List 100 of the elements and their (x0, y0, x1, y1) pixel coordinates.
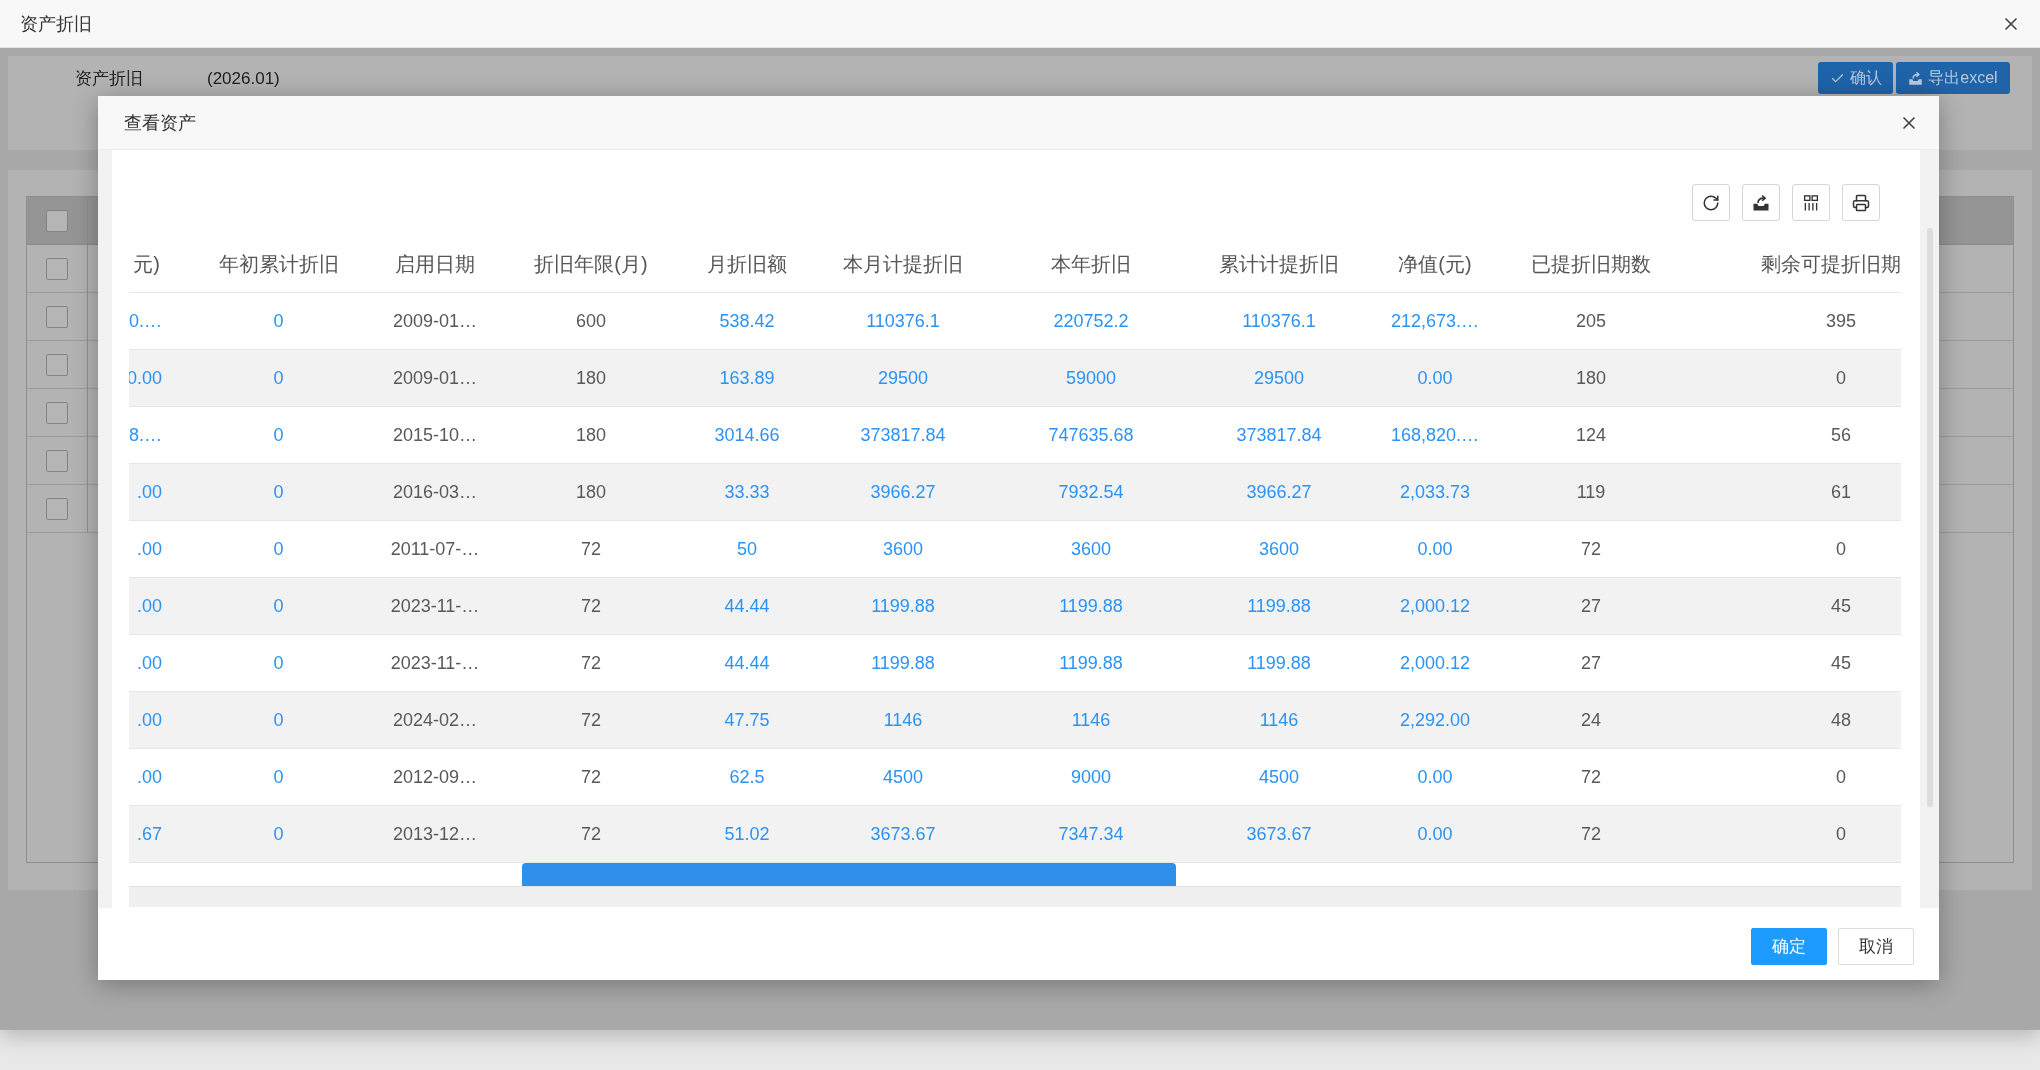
table-cell-text: 3966.27 (869, 480, 937, 504)
table-cell-text: 180 (574, 480, 607, 504)
table-cell-text: 0 (272, 708, 285, 732)
print-button[interactable] (1842, 184, 1880, 221)
table-cell-text: 0.… (129, 309, 163, 333)
export-button[interactable]: 导出excel (1896, 62, 2010, 94)
row-checkbox[interactable] (46, 257, 68, 280)
table-cell-text: 2015-10… (391, 423, 479, 447)
table-cell-text: 168,820.… (1389, 423, 1481, 447)
table-cell-text: 180 (574, 366, 607, 390)
table-cell-text: 2,033.73 (1398, 480, 1472, 504)
table-cell-text: 1199.88 (1058, 594, 1124, 618)
table-cell-text: 1199.88 (1246, 594, 1312, 618)
column-header: 净值(元) (1397, 252, 1473, 277)
table-cell-text: 4500 (1257, 765, 1300, 789)
column-header: 累计计提折旧 (1218, 252, 1340, 277)
table-cell-text: 220752.2 (1052, 309, 1130, 333)
table-cell-text: 0.00 (1416, 765, 1454, 789)
table-cell-text: 2,292.00 (1398, 708, 1472, 732)
table-cell-text: 0 (1835, 765, 1847, 789)
table-cell-text: 124 (1574, 423, 1607, 447)
table-cell-text: 1199.88 (870, 594, 936, 618)
table-cell-text: 50 (736, 537, 758, 561)
table-cell-text: 8.… (129, 423, 163, 447)
table-cell-text: 180 (574, 423, 607, 447)
row-checkbox[interactable] (46, 401, 68, 424)
table-cell-text: 47.75 (723, 708, 771, 732)
table-cell-text: 0 (272, 765, 285, 789)
columns-button[interactable] (1792, 184, 1830, 221)
window-title: 资产折旧 (20, 12, 92, 36)
column-header: 启用日期 (394, 252, 476, 277)
table-cell-text: 1199.88 (1058, 651, 1124, 675)
table-cell-text: 62.5 (728, 765, 766, 789)
table-cell-text: 0 (1835, 822, 1847, 846)
confirm-button[interactable]: 确定 (1751, 928, 1827, 965)
table-cell-text: 72 (1580, 822, 1602, 846)
table-cell-text: 747635.68 (1047, 423, 1135, 447)
export-button[interactable] (1742, 184, 1780, 221)
column-header: 已提折旧期数 (1530, 252, 1652, 277)
column-header: 剩余可提折旧期 (1760, 252, 1901, 277)
table-cell-text: .67 (135, 822, 163, 846)
table-cell-text: 2012-09… (391, 765, 479, 789)
table-cell-text: .00 (135, 537, 163, 561)
table-cell-text: 7347.34 (1057, 822, 1125, 846)
table-cell-text: 373817.84 (859, 423, 947, 447)
table-cell-text: 205 (1574, 309, 1607, 333)
table-cell-text: 3600 (881, 537, 924, 561)
confirm-button[interactable]: 确认 (1818, 62, 1893, 94)
table-cell-text: 3600 (1257, 537, 1300, 561)
table-cell-text: 3966.27 (1245, 480, 1313, 504)
scrollbar-thumb[interactable] (522, 863, 1176, 886)
table-cell-text: 180 (1574, 366, 1607, 390)
table-cell-text: 110376.1 (1241, 309, 1317, 333)
table-cell-text: 3014.66 (713, 423, 781, 447)
table-cell-text: 0.00 (1416, 366, 1454, 390)
dialog-title: 查看资产 (124, 111, 196, 135)
table-cell-text: 0 (272, 651, 285, 675)
column-header: 本月计提折旧 (842, 252, 964, 277)
table-cell-text: 72 (580, 537, 602, 561)
table-cell-text: 2009-01… (391, 366, 479, 390)
table-cell-text: 72 (580, 708, 602, 732)
row-checkbox[interactable] (46, 353, 68, 376)
table-cell-text: .00 (135, 765, 163, 789)
table-cell-text: 72 (1580, 537, 1602, 561)
table-cell-text: 9000 (1069, 765, 1112, 789)
table-cell-text: 0 (272, 309, 285, 333)
column-header: 本年折旧 (1050, 252, 1132, 277)
table-cell-text: 3673.67 (869, 822, 937, 846)
table-cell-text: 2013-12… (391, 822, 479, 846)
table-cell-text: 119 (1575, 480, 1607, 504)
table-cell-text: 538.42 (718, 309, 776, 333)
row-checkbox[interactable] (46, 497, 68, 520)
table-cell-text: 0 (272, 423, 285, 447)
tray-arrow-icon (1908, 70, 1924, 86)
table-cell-text: 373817.84 (1235, 423, 1323, 447)
table-cell-text: 72 (580, 822, 602, 846)
table-cell-text: 27 (1580, 594, 1602, 618)
row-checkbox[interactable] (46, 449, 68, 472)
table-cell-text: 2,000.12 (1398, 594, 1472, 618)
refresh-icon (1702, 193, 1720, 212)
column-header: 元) (132, 252, 161, 277)
column-header: 月折旧额 (706, 252, 788, 277)
table-cell-text: 2023-11-… (389, 594, 481, 618)
table-cell-text: 72 (1580, 765, 1602, 789)
table-cell-text: 0 (272, 822, 285, 846)
table-cell-text: 56 (1830, 423, 1852, 447)
table-cell-text: 1146 (1258, 708, 1300, 732)
refresh-button[interactable] (1692, 184, 1730, 221)
table-cell-text: 0 (1835, 366, 1847, 390)
columns-icon (1802, 193, 1820, 212)
table-cell-text: 27 (1580, 651, 1602, 675)
table-cell-text: 72 (580, 765, 602, 789)
table-cell-text: 600 (574, 309, 607, 333)
table-cell-text: 59000 (1064, 366, 1118, 390)
table-cell-text: 45 (1830, 651, 1852, 675)
row-checkbox[interactable] (46, 305, 68, 328)
cancel-button[interactable]: 取消 (1838, 928, 1914, 965)
table-cell-text: 1199.88 (1246, 651, 1312, 675)
table-cell-text: 0 (272, 480, 285, 504)
select-all-checkbox[interactable] (46, 209, 68, 232)
